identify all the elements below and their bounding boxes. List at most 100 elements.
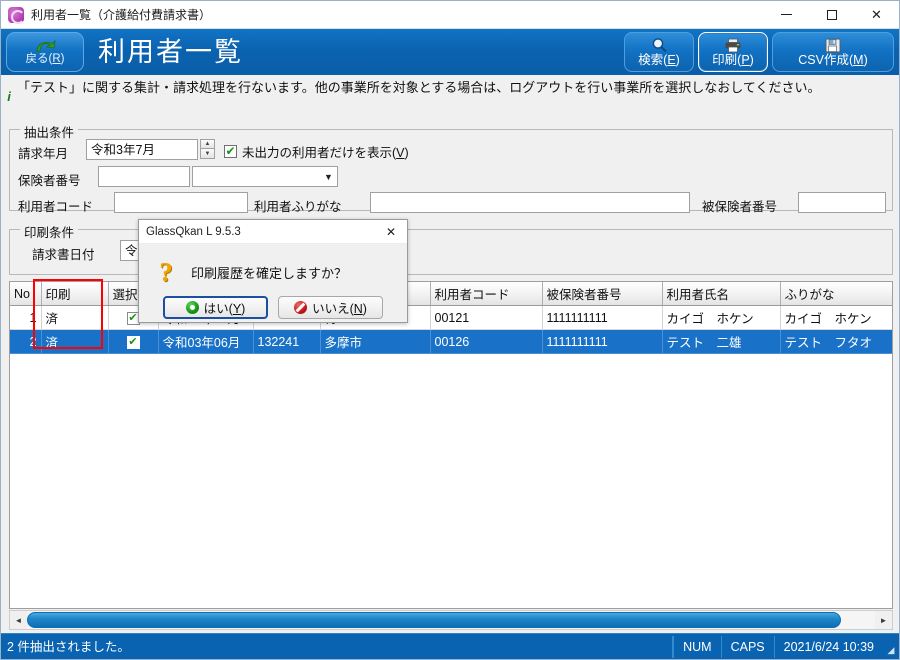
dialog-title: GlassQkan L 9.5.3 — [139, 226, 241, 238]
cell-user-name: カイゴ ホケン — [662, 306, 780, 330]
cell-print-status: 済 — [41, 330, 108, 354]
app-icon — [8, 7, 24, 23]
search-button-label: 検索(E) — [638, 53, 680, 67]
extract-conditions-title: 抽出条件 — [20, 122, 78, 141]
insured-number-input[interactable] — [798, 192, 886, 213]
user-list-grid[interactable]: No 印刷 選択 請求年月 保険者番号 保険者名 利用者コード 被保険者番号 利… — [9, 281, 893, 609]
dialog-yes-label: はい(Y) — [204, 298, 246, 317]
dialog-title-bar: GlassQkan L 9.5.3 ✕ — [139, 220, 407, 244]
spinner-down-icon[interactable]: ▼ — [200, 149, 215, 159]
unprinted-only-label: 未出力の利用者だけを表示(V) — [242, 142, 409, 161]
cell-insured-number: 1111111111 — [542, 330, 662, 354]
cell-select[interactable]: ✔ — [108, 330, 158, 354]
checkbox-check-icon: ✔ — [224, 145, 237, 158]
cell-user-code: 00126 — [430, 330, 542, 354]
print-button-label: 印刷(P) — [712, 53, 754, 67]
cell-user-code: 00121 — [430, 306, 542, 330]
back-button[interactable]: 戻る(R) — [6, 32, 84, 72]
cell-billing-month: 令和03年06月 — [158, 330, 253, 354]
user-code-input[interactable] — [114, 192, 248, 213]
title-bar: 利用者一覧（介護給付費請求書） ✕ — [1, 1, 899, 29]
confirm-dialog: GlassQkan L 9.5.3 ✕ ? 印刷履歴を確定しますか？ はい(Y)… — [138, 219, 408, 323]
minimize-icon — [781, 14, 792, 15]
scroll-right-icon[interactable]: ► — [875, 611, 892, 629]
cell-no: 1 — [10, 306, 41, 330]
user-kana-label: 利用者ふりがな — [254, 196, 342, 215]
page-title: 利用者一覧 — [98, 35, 243, 69]
info-message-text: 「テスト」に関する集計・請求処理を行ないます。他の事業所を対象とする場合は、ログ… — [17, 75, 829, 98]
cell-insurer-number: 132241 — [253, 330, 320, 354]
green-circle-icon — [186, 301, 199, 314]
csv-create-button-label: CSV作成(M) — [798, 53, 867, 67]
csv-create-button[interactable]: CSV作成(M) — [772, 32, 894, 72]
red-prohibit-icon — [294, 301, 307, 314]
maximize-button[interactable] — [809, 1, 854, 29]
print-button[interactable]: 印刷(P) — [698, 32, 768, 72]
billing-month-input[interactable]: 令和3年7月 — [86, 139, 198, 160]
insured-number-label: 被保険者番号 — [702, 196, 777, 215]
maximize-icon — [827, 10, 837, 20]
col-header-user-kana[interactable]: ふりがな — [780, 282, 892, 306]
chevron-down-icon[interactable]: ▼ — [320, 167, 337, 186]
dialog-no-label: いいえ(N) — [312, 298, 367, 317]
extract-conditions-group: 抽出条件 請求年月 令和3年7月 ▲ ▼ ✔ 未出力の利用者だけを表示(V) 保… — [9, 129, 893, 211]
billing-month-label: 請求年月 — [18, 143, 68, 162]
spinner-up-icon[interactable]: ▲ — [200, 139, 215, 149]
toolbar: 検索(E) 印刷(P) — [620, 32, 894, 72]
status-bar: 2 件抽出されました。 NUM CAPS 2021/6/24 10:39 ◢ — [1, 633, 899, 659]
dialog-button-row: はい(Y) いいえ(N) — [139, 296, 407, 319]
print-conditions-title: 印刷条件 — [20, 222, 78, 241]
horizontal-scrollbar[interactable]: ◄ ► — [9, 610, 893, 630]
col-header-no[interactable]: No — [10, 282, 41, 306]
invoice-date-label: 請求書日付 — [32, 244, 95, 263]
table-row[interactable]: 2 済 ✔ 令和03年06月 132241 多摩市 00126 11111111… — [10, 330, 892, 354]
close-icon: ✕ — [871, 8, 882, 21]
scrollbar-thumb[interactable] — [27, 612, 841, 628]
question-icon: ? — [153, 257, 179, 287]
scroll-left-icon[interactable]: ◄ — [10, 611, 27, 629]
search-button[interactable]: 検索(E) — [624, 32, 694, 72]
cell-user-kana: カイゴ ホケン — [780, 306, 892, 330]
insurer-number-input[interactable] — [98, 166, 190, 187]
cell-print-status: 済 — [41, 306, 108, 330]
col-header-print[interactable]: 印刷 — [41, 282, 108, 306]
dialog-body: ? 印刷履歴を確定しますか？ — [139, 244, 407, 290]
search-icon — [651, 37, 668, 53]
insurer-name-combobox[interactable]: ▼ — [192, 166, 338, 187]
status-num-indicator: NUM — [673, 636, 720, 658]
dialog-close-button[interactable]: ✕ — [375, 220, 407, 244]
minimize-button[interactable] — [764, 1, 809, 29]
window-title: 利用者一覧（介護給付費請求書） — [31, 6, 211, 23]
unprinted-only-checkbox[interactable]: ✔ 未出力の利用者だけを表示(V) — [224, 142, 409, 161]
app-header: 戻る(R) 利用者一覧 検索(E) — [1, 29, 899, 75]
status-datetime: 2021/6/24 10:39 — [774, 636, 883, 658]
back-button-label: 戻る(R) — [26, 53, 65, 65]
dialog-message: 印刷履歴を確定しますか？ — [191, 263, 347, 282]
cell-insured-number: 1111111111 — [542, 306, 662, 330]
save-disk-icon — [825, 37, 841, 53]
scrollbar-track[interactable] — [27, 611, 875, 629]
row-checkbox-icon[interactable]: ✔ — [127, 336, 140, 349]
cell-user-name: テスト 二雄 — [662, 330, 780, 354]
col-header-user-code[interactable]: 利用者コード — [430, 282, 542, 306]
cell-insurer-name: 多摩市 — [320, 330, 430, 354]
insurer-number-label: 保険者番号 — [18, 170, 81, 189]
application-window: 利用者一覧（介護給付費請求書） ✕ 戻る(R) 利用者一覧 — [0, 0, 900, 660]
user-code-label: 利用者コード — [18, 196, 93, 215]
back-arrow-icon — [34, 39, 56, 52]
dialog-no-button[interactable]: いいえ(N) — [278, 296, 383, 319]
info-message-bar: i 「テスト」に関する集計・請求処理を行ないます。他の事業所を対象とする場合は、… — [1, 75, 899, 121]
cell-user-kana: テスト フタオ — [780, 330, 892, 354]
col-header-insured-number[interactable]: 被保険者番号 — [542, 282, 662, 306]
dialog-yes-button[interactable]: はい(Y) — [163, 296, 268, 319]
info-icon: i — [1, 75, 17, 105]
status-caps-indicator: CAPS — [721, 636, 774, 658]
resize-grip-icon[interactable]: ◢ — [883, 636, 899, 658]
printer-icon — [724, 37, 742, 53]
close-button[interactable]: ✕ — [854, 1, 899, 29]
col-header-user-name[interactable]: 利用者氏名 — [662, 282, 780, 306]
user-kana-input[interactable] — [370, 192, 690, 213]
window-controls: ✕ — [764, 1, 899, 29]
billing-month-spinner[interactable]: ▲ ▼ — [200, 139, 215, 159]
status-message: 2 件抽出されました。 — [1, 636, 673, 658]
